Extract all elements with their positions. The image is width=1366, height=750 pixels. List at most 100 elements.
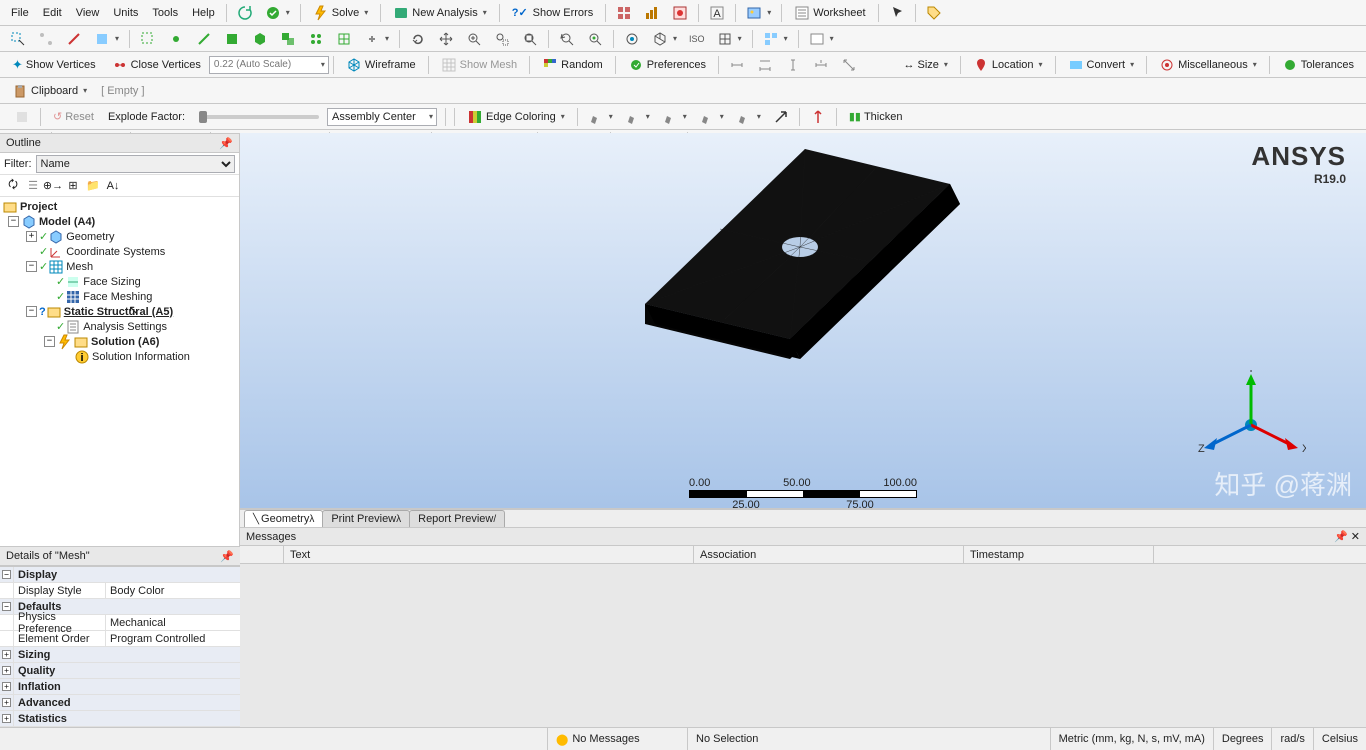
manage-views-icon[interactable]: ▾ (758, 28, 793, 50)
scale-combo[interactable]: 0.22 (Auto Scale) (209, 56, 329, 74)
tab-report-preview[interactable]: Report Preview / (409, 510, 505, 527)
assembly-center-combo[interactable]: Assembly Center (327, 108, 437, 126)
details-cat-quality[interactable]: +Quality (0, 663, 240, 679)
face-green-icon[interactable] (219, 28, 245, 50)
worksheet-button[interactable]: Worksheet (787, 2, 872, 24)
status-messages[interactable]: ⬤No Messages (548, 728, 688, 750)
box-select-icon[interactable] (135, 28, 161, 50)
look-at-icon[interactable] (619, 28, 645, 50)
col-text[interactable]: Text (284, 546, 694, 563)
tb-tag-icon[interactable] (921, 2, 947, 24)
filter-vertex-icon[interactable] (33, 28, 59, 50)
viewport-3d[interactable]: ANSYS R19.0 0.0050.00100.00 25.0075.00 Y… (240, 133, 1366, 509)
tree-analysis-settings[interactable]: ✓Analysis Settings (0, 319, 239, 334)
col-association[interactable]: Association (694, 546, 964, 563)
col-timestamp[interactable]: Timestamp (964, 546, 1154, 563)
multi-green-icon[interactable] (275, 28, 301, 50)
tb-grid-icon[interactable] (611, 2, 637, 24)
tree-solution[interactable]: −Solution (A6) (0, 334, 239, 349)
show-mesh-button[interactable]: Show Mesh (434, 54, 524, 76)
status-units[interactable]: Metric (mm, kg, N, s, mV, mA) (1051, 728, 1214, 750)
menu-help[interactable]: Help (185, 4, 222, 22)
show-errors-button[interactable]: ?✓Show Errors (505, 2, 600, 24)
body-green-icon[interactable] (247, 28, 273, 50)
dim-1-icon[interactable] (724, 54, 750, 76)
tb-image-icon[interactable]: ▾ (741, 2, 776, 24)
outline-pin-icon[interactable]: 📌 (219, 137, 233, 150)
zoom-prev-icon[interactable] (554, 28, 580, 50)
details-cat-advanced[interactable]: +Advanced (0, 695, 240, 711)
menu-units[interactable]: Units (106, 4, 145, 22)
extend-icon[interactable]: ▾ (359, 28, 394, 50)
axis-triad[interactable]: Y X Z (1196, 370, 1306, 480)
tree-project[interactable]: Project (0, 199, 239, 214)
tb-chart-icon[interactable] (639, 2, 665, 24)
tb-reddot-icon[interactable] (667, 2, 693, 24)
tree-sort-icon[interactable]: A↓ (104, 177, 122, 195)
tree-refresh-icon[interactable]: 🗘 (4, 177, 22, 195)
selection-mode-icon[interactable] (5, 28, 31, 50)
details-cat-display[interactable]: −Display (0, 567, 240, 583)
zoom-fit-icon[interactable] (517, 28, 543, 50)
menu-view[interactable]: View (69, 4, 107, 22)
tree-folder-icon[interactable]: 📁 (84, 177, 102, 195)
location-button[interactable]: Location▾ (966, 54, 1050, 76)
details-display-style[interactable]: Display StyleBody Color (0, 583, 240, 599)
pencil-2-icon[interactable]: ▾ (620, 106, 655, 128)
filter-select[interactable]: Name (36, 155, 236, 173)
status-celsius[interactable]: Celsius (1314, 728, 1366, 750)
zoom-box-icon[interactable] (489, 28, 515, 50)
new-analysis-button[interactable]: New Analysis▾ (386, 2, 493, 24)
tb-refresh-icon[interactable] (232, 2, 258, 24)
pencil-4-icon[interactable]: ▾ (694, 106, 729, 128)
wireframe-button[interactable]: Wireframe (339, 54, 423, 76)
pencil-5-icon[interactable]: ▾ (731, 106, 766, 128)
reset-button[interactable]: ↺Reset (46, 106, 101, 128)
misc-button[interactable]: Miscellaneous▾ (1152, 54, 1264, 76)
elem-green-icon[interactable] (331, 28, 357, 50)
messages-close-icon[interactable]: ✕ (1351, 531, 1360, 543)
tree-find-icon[interactable]: ⊞ (64, 177, 82, 195)
menu-file[interactable]: File (4, 4, 36, 22)
zoom-sel-icon[interactable] (582, 28, 608, 50)
tree-collapse-icon[interactable]: ⊕→ (44, 177, 62, 195)
details-cat-stats[interactable]: +Statistics (0, 711, 240, 727)
close-vertices-button[interactable]: Close Vertices (105, 54, 208, 76)
dim-3-icon[interactable] (780, 54, 806, 76)
details-pin-icon[interactable]: 📌 (220, 550, 234, 563)
tolerances-button[interactable]: Tolerances (1275, 54, 1361, 76)
messages-pin-icon[interactable]: 📌 (1334, 531, 1348, 543)
filter-edge-icon[interactable] (61, 28, 87, 50)
tree-mesh[interactable]: −✓Mesh (0, 259, 239, 274)
details-cat-inflation[interactable]: +Inflation (0, 679, 240, 695)
dim-4-icon[interactable] (808, 54, 834, 76)
edge-green-icon[interactable] (191, 28, 217, 50)
details-physics[interactable]: Physics PreferenceMechanical (0, 615, 240, 631)
menu-tools[interactable]: Tools (145, 4, 185, 22)
edge-coloring-button[interactable]: Edge Coloring▾ (460, 106, 572, 128)
iso-label-icon[interactable]: ISO (684, 28, 710, 50)
tree-static-structural[interactable]: −?Static Structural (A5) (0, 304, 239, 319)
tab-print-preview[interactable]: Print Preview λ (322, 510, 410, 527)
display-mode-icon[interactable]: ▾ (804, 28, 839, 50)
pencil-3-icon[interactable]: ▾ (657, 106, 692, 128)
status-rads[interactable]: rad/s (1272, 728, 1313, 750)
show-vertices-button[interactable]: ✦Show Vertices (5, 54, 103, 76)
view-cube-icon[interactable]: ▾ (712, 28, 747, 50)
tb-cursor-icon[interactable] (884, 2, 910, 24)
tb-text-icon[interactable]: A (704, 2, 730, 24)
tree-face-sizing[interactable]: ✓Face Sizing (0, 274, 239, 289)
tree-face-meshing[interactable]: ✓Face Meshing (0, 289, 239, 304)
clipboard-button[interactable]: Clipboard▾ (5, 80, 94, 102)
assemble-icon[interactable] (9, 106, 35, 128)
iso-view-icon[interactable]: ▾ (647, 28, 682, 50)
filter-face-icon[interactable]: ▾ (89, 28, 124, 50)
thicken-button[interactable]: ▮▮Thicken (842, 106, 910, 128)
convert-button[interactable]: Convert▾ (1061, 54, 1142, 76)
menu-edit[interactable]: Edit (36, 4, 69, 22)
zoom-in-icon[interactable] (461, 28, 487, 50)
arrow-icon[interactable] (768, 106, 794, 128)
pan-icon[interactable] (433, 28, 459, 50)
dim-5-icon[interactable] (836, 54, 862, 76)
rotate-icon[interactable] (405, 28, 431, 50)
